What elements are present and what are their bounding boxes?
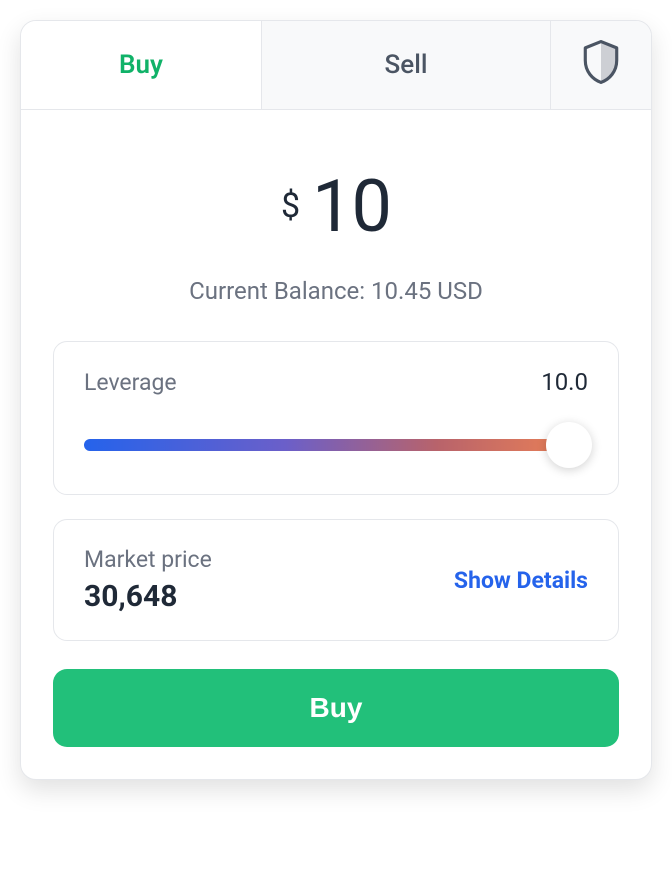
amount-display[interactable]: $ 10: [53, 164, 619, 249]
show-details-link[interactable]: Show Details: [454, 567, 588, 594]
leverage-header: Leverage 10.0: [84, 368, 588, 396]
trade-card: Buy Sell $ 10 Current Balance: 10.45 USD: [20, 20, 652, 780]
buy-button-label: Buy: [310, 692, 363, 723]
leverage-panel: Leverage 10.0: [53, 341, 619, 495]
market-left: Market price 30,648: [84, 546, 212, 614]
market-row: Market price 30,648 Show Details: [84, 546, 588, 614]
tab-buy-label: Buy: [119, 50, 163, 80]
buy-button[interactable]: Buy: [53, 669, 619, 747]
tab-sell[interactable]: Sell: [262, 21, 551, 109]
market-panel: Market price 30,648 Show Details: [53, 519, 619, 641]
balance-row: Current Balance: 10.45 USD: [53, 277, 619, 305]
slider-track: [84, 439, 588, 451]
card-content: $ 10 Current Balance: 10.45 USD Leverage…: [21, 110, 651, 779]
tab-buy[interactable]: Buy: [21, 21, 262, 109]
slider-thumb[interactable]: [546, 422, 592, 468]
shield-icon: [582, 40, 620, 91]
currency-symbol: $: [281, 186, 300, 228]
leverage-label: Leverage: [84, 369, 177, 396]
leverage-slider[interactable]: [84, 422, 588, 468]
tab-shield[interactable]: [551, 21, 651, 109]
leverage-value: 10.0: [541, 368, 588, 396]
balance-value: 10.45 USD: [371, 277, 483, 305]
tab-sell-label: Sell: [385, 50, 428, 80]
market-price-value: 30,648: [84, 579, 212, 614]
amount-value: 10: [312, 164, 391, 249]
balance-label: Current Balance:: [189, 277, 371, 305]
tab-bar: Buy Sell: [21, 21, 651, 110]
market-price-label: Market price: [84, 546, 212, 573]
